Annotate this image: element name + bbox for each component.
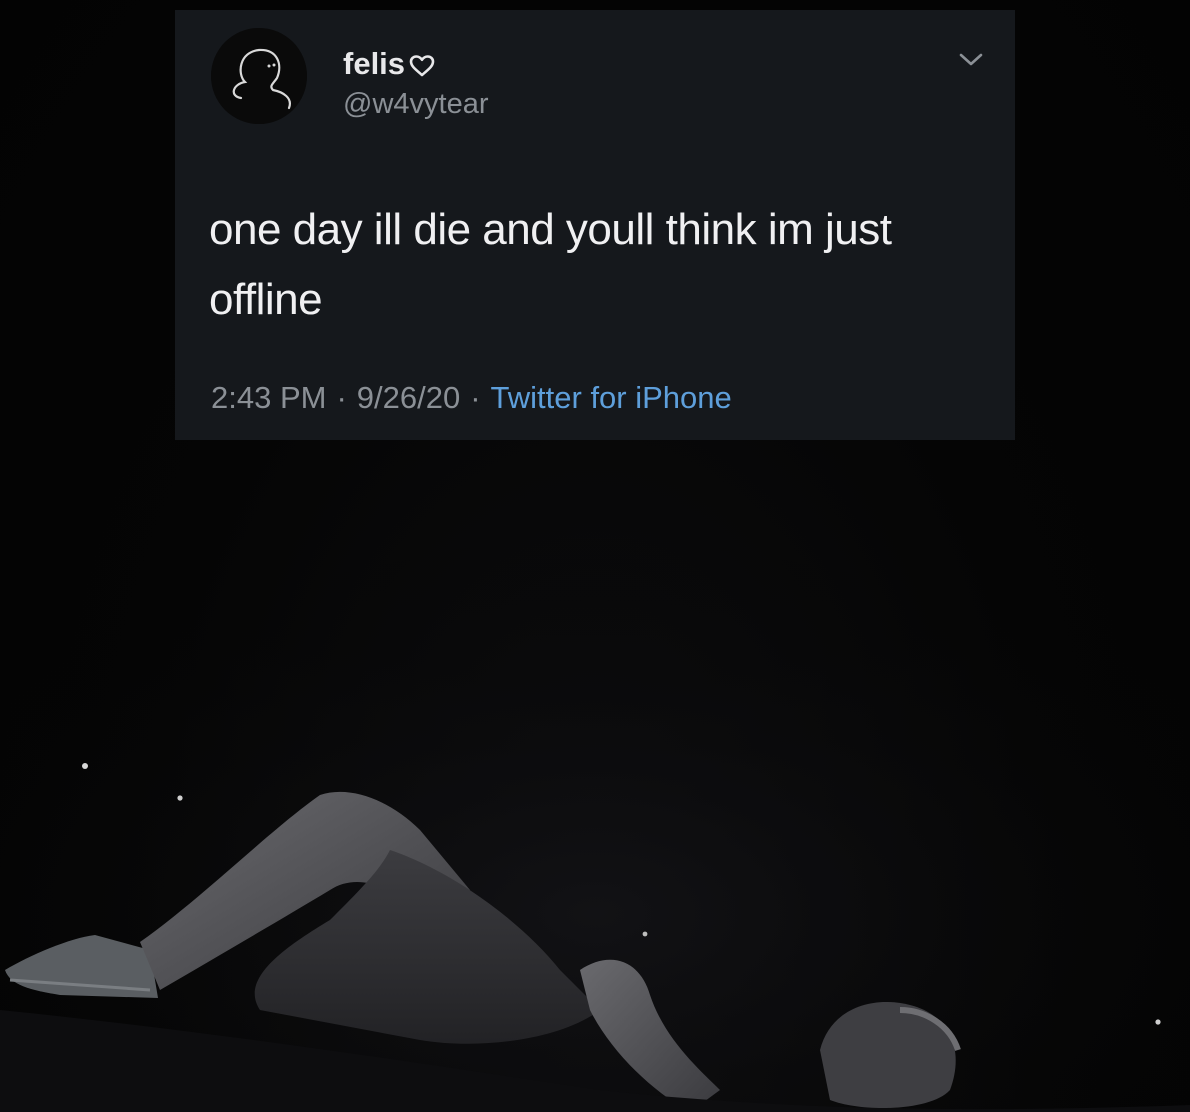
default-person-outline-icon: [211, 28, 307, 124]
avatar[interactable]: [211, 28, 307, 124]
tweet-date[interactable]: 9/26/20: [357, 382, 460, 413]
tweet-source-link[interactable]: Twitter for iPhone: [491, 382, 732, 413]
background-photo: [0, 450, 1190, 1112]
display-name[interactable]: felis: [343, 48, 405, 79]
chevron-down-icon[interactable]: [957, 50, 985, 70]
heart-outline-icon: [409, 50, 435, 78]
user-handle[interactable]: @w4vytear: [343, 90, 488, 119]
tweet-card[interactable]: felis @w4vytear one day ill die and youl…: [175, 10, 1015, 440]
tweet-text: one day ill die and youll think im just …: [209, 205, 892, 324]
night-photo-person-lying: [0, 450, 1190, 1112]
screenshot-stage: felis @w4vytear one day ill die and youl…: [0, 0, 1190, 1112]
tweet-time[interactable]: 2:43 PM: [211, 382, 326, 413]
meta-separator: ·: [470, 380, 481, 415]
tweet-meta: 2:43 PM · 9/26/20 · Twitter for iPhone: [211, 382, 732, 413]
meta-separator: ·: [336, 380, 347, 415]
display-name-row[interactable]: felis: [343, 48, 435, 79]
